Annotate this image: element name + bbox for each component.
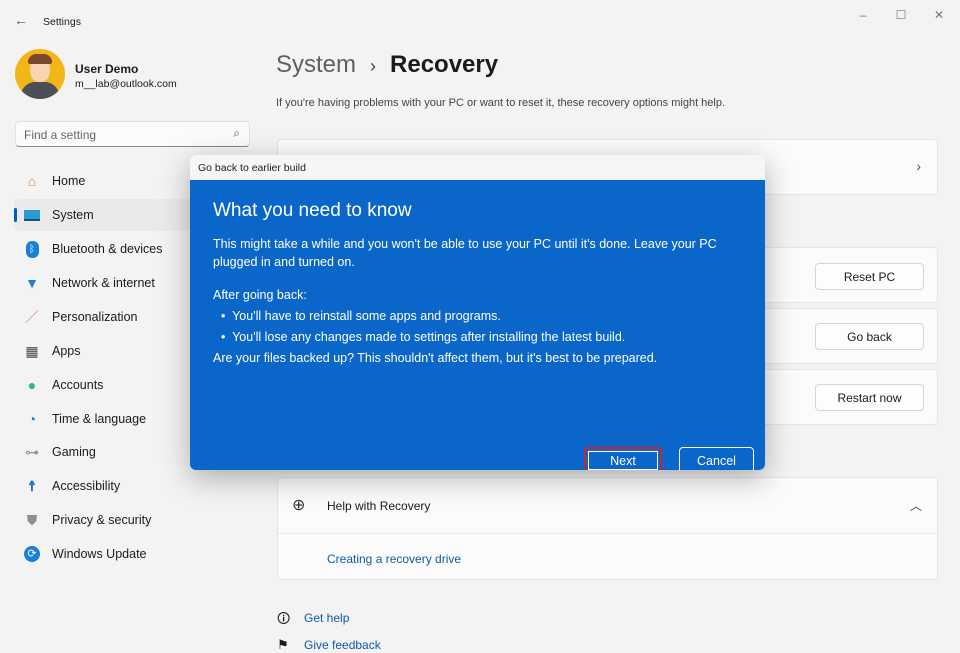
get-help-icon: 🛈 <box>277 611 291 626</box>
dialog-bullet: • You'll lose any changes made to settin… <box>221 330 626 344</box>
brush-icon: ／ <box>25 309 39 325</box>
breadcrumb-separator: › <box>370 56 377 76</box>
search-input[interactable]: Find a setting <box>24 128 96 142</box>
dialog-title: Go back to earlier build <box>190 155 765 180</box>
user-email: m__lab@outlook.com <box>75 78 177 90</box>
search-icon: ⌕ <box>233 126 240 140</box>
dialog-after: After going back: <box>213 288 307 302</box>
breadcrumb-system[interactable]: System <box>276 51 356 79</box>
gamepad-icon: ⊶ <box>25 443 39 460</box>
chevron-right-icon: › <box>916 158 921 174</box>
chevron-up-icon[interactable]: ︿ <box>910 497 922 514</box>
next-button[interactable]: Next <box>584 447 662 470</box>
dialog-heading: What you need to know <box>213 200 412 221</box>
reset-pc-button[interactable]: Reset PC <box>815 263 924 290</box>
go-back-dialog: Go back to earlier build What you need t… <box>190 155 765 470</box>
apps-icon: ▦ <box>25 342 39 359</box>
globe-help-icon: ⊕ <box>292 497 306 514</box>
maximize-button[interactable]: ☐ <box>894 8 908 22</box>
home-icon: ⌂ <box>27 173 37 189</box>
page-title: Recovery <box>390 51 499 78</box>
recovery-drive-link[interactable]: Creating a recovery drive <box>327 552 461 566</box>
accessibility-icon: ☨ <box>28 477 36 494</box>
wifi-icon: ▼ <box>25 275 39 291</box>
time-language-icon: ◔ <box>27 411 37 427</box>
restart-now-button[interactable]: Restart now <box>815 384 924 411</box>
sidebar-item-privacy[interactable]: ⛊ Privacy & security <box>14 504 250 536</box>
help-title: Help with Recovery <box>327 499 431 513</box>
update-icon: ⟳ <box>22 545 42 563</box>
search-box[interactable]: Find a setting ⌕ <box>15 121 250 147</box>
go-back-button[interactable]: Go back <box>815 323 924 350</box>
cancel-button[interactable]: Cancel <box>679 447 754 470</box>
user-name: User Demo <box>75 62 139 76</box>
feedback-icon: ⚑ <box>277 637 289 652</box>
minimize-button[interactable]: – <box>856 8 870 22</box>
window-title: Settings <box>43 16 81 28</box>
page-subtitle: If you're having problems with your PC o… <box>276 97 726 109</box>
accounts-icon: ● <box>27 377 37 393</box>
dialog-intro: This might take a while and you won't be… <box>213 237 717 269</box>
shield-icon: ⛊ <box>26 511 38 528</box>
help-header[interactable]: ⊕ Help with Recovery ︿ <box>278 478 937 534</box>
breadcrumb: System › Recovery <box>276 51 498 79</box>
sidebar-item-accessibility[interactable]: ☨ Accessibility <box>14 470 250 502</box>
system-icon <box>22 206 42 224</box>
sidebar-item-windows-update[interactable]: ⟳ Windows Update <box>14 538 250 570</box>
back-button[interactable]: ← <box>14 12 28 28</box>
bluetooth-icon: ᛒ <box>22 240 42 258</box>
help-card: ⊕ Help with Recovery ︿ Creating a recove… <box>277 477 938 580</box>
dialog-bullet: • You'll have to reinstall some apps and… <box>221 309 501 323</box>
avatar <box>15 49 65 99</box>
dialog-question: Are your files backed up? This shouldn't… <box>213 351 658 365</box>
close-button[interactable]: ✕ <box>932 8 946 22</box>
get-help-link[interactable]: Get help <box>304 611 349 625</box>
